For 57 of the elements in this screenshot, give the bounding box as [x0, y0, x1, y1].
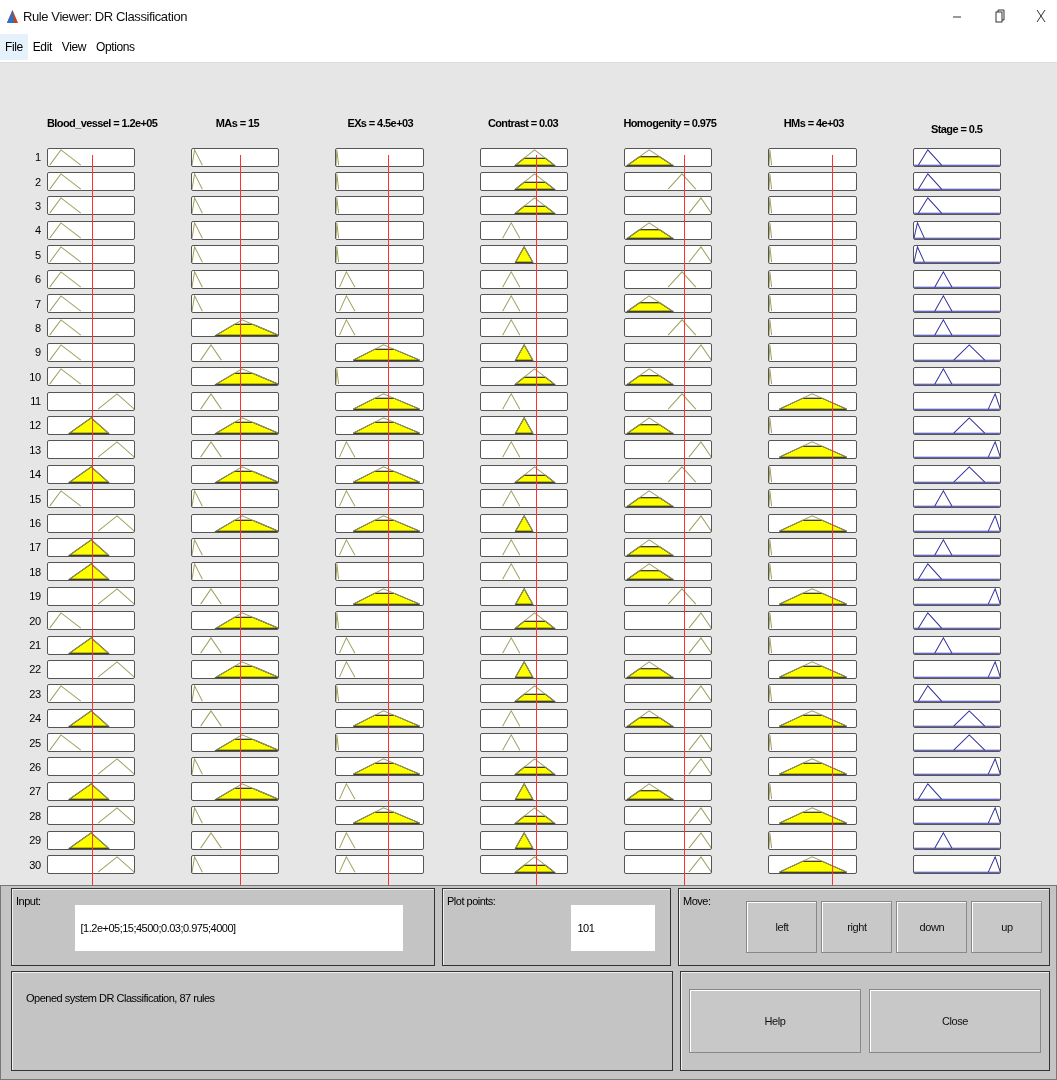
rule-number: 17	[28, 541, 42, 554]
app-icon	[6, 8, 19, 24]
menu-item[interactable]: View	[56, 34, 92, 60]
dialog-button[interactable]: Help	[689, 989, 861, 1053]
rule-number: 10	[28, 370, 42, 383]
rule-number: 11	[29, 395, 42, 408]
variable-label: Blood_vessel = 1.2e+05	[47, 117, 159, 131]
rule-number: 15	[28, 492, 42, 505]
variable-label: Homogenity = 0.975	[623, 117, 718, 131]
rule-number: 13	[28, 443, 42, 456]
plot-points-label: Plot points:	[447, 895, 496, 909]
rule-number: 30	[28, 858, 42, 871]
rule-number: 7	[33, 297, 42, 310]
move-button[interactable]: right	[821, 901, 893, 953]
close-icon[interactable]	[1035, 9, 1047, 23]
rule-number: 25	[28, 736, 42, 749]
move-button[interactable]: down	[896, 901, 968, 953]
input-field[interactable]: [1.2e+05;15;4500;0.03;0.975;4000]	[74, 905, 403, 951]
rule-number: 12	[28, 419, 42, 432]
rule-number: 18	[28, 565, 42, 578]
rule-number: 1	[33, 151, 42, 164]
menu-item[interactable]: File	[0, 34, 28, 60]
variable-label: EXs = 4.5e+03	[346, 117, 415, 131]
rule-number: 26	[28, 760, 42, 773]
rule-number: 24	[28, 712, 42, 725]
rule-number: 21	[28, 639, 42, 651]
rule-number: 27	[28, 785, 42, 798]
rule-number: 6	[33, 273, 42, 286]
variable-label: MAs = 15	[214, 117, 261, 131]
rule-number: 20	[28, 614, 42, 627]
rule-number: 22	[28, 663, 42, 676]
rule-number: 9	[33, 346, 42, 359]
move-button[interactable]: up	[971, 901, 1043, 953]
menu-item[interactable]: Options	[91, 34, 140, 60]
rule-number: 29	[28, 834, 42, 847]
window-title: Rule Viewer: DR Classification	[23, 8, 188, 24]
rule-number: 16	[28, 517, 42, 530]
rule-number: 8	[33, 321, 42, 334]
rule-number: 5	[33, 248, 42, 261]
rule-number: 2	[33, 175, 42, 188]
restore-icon[interactable]	[993, 9, 1005, 23]
rule-number: 14	[28, 468, 42, 481]
move-label: Move:	[683, 895, 711, 909]
dialog-button[interactable]: Close	[869, 989, 1041, 1053]
variable-label: HMs = 4e+03	[782, 117, 845, 131]
input-label: Input:	[16, 895, 41, 907]
status-message: Opened system DR Classification, 87 rules	[26, 992, 215, 1004]
variable-label: Contrast = 0.03	[486, 117, 560, 131]
plot-points-field[interactable]: 101	[571, 905, 656, 951]
rule-number: 19	[28, 590, 42, 603]
rule-number: 23	[28, 687, 42, 700]
move-button[interactable]: left	[746, 901, 818, 953]
menu-item[interactable]: Edit	[27, 34, 57, 60]
rule-number: 28	[28, 809, 42, 822]
rule-number: 3	[33, 199, 42, 212]
rule-number: 4	[33, 224, 42, 237]
variable-label: Stage = 0.5	[930, 123, 984, 135]
